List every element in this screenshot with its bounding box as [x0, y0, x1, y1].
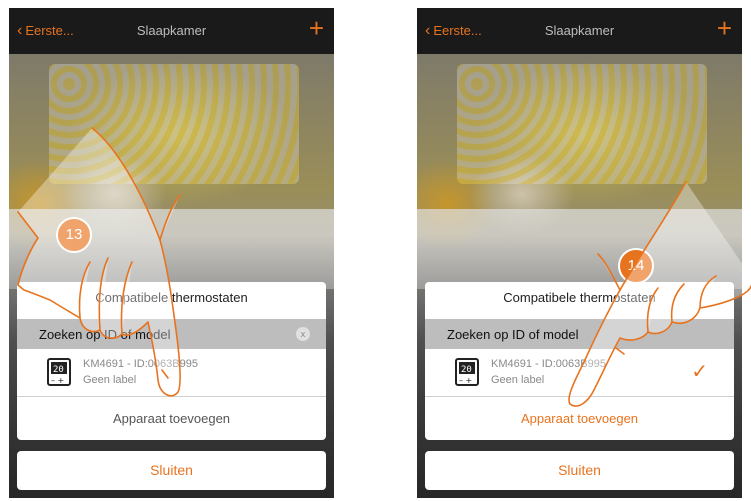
- navbar: ‹ Eerste... Slaapkamer +: [417, 8, 742, 54]
- device-name: KM4691 - ID:0063B995: [491, 358, 606, 370]
- svg-text:– +: – +: [459, 376, 472, 385]
- add-icon[interactable]: +: [717, 15, 732, 41]
- svg-text:20: 20: [461, 365, 472, 375]
- clear-icon[interactable]: x: [296, 327, 310, 341]
- page-title: Slaapkamer: [136, 23, 207, 38]
- compatible-thermostats-dialog: Compatibele thermostaten Zoeken op ID of…: [17, 282, 326, 440]
- add-icon[interactable]: +: [309, 15, 324, 41]
- add-device-button[interactable]: Apparaat toevoegen: [425, 397, 734, 440]
- dialog-title: Compatibele thermostaten: [95, 290, 248, 305]
- headboard-image: [457, 64, 707, 184]
- device-list-item[interactable]: 20 – + KM4691 - ID:0063B995 Geen label ✓: [425, 352, 734, 394]
- phone-screen-right: ‹ Eerste... Slaapkamer + Compatibele ther…: [417, 8, 742, 498]
- phone-screen-left: ‹ Eerste... Slaapkamer + Compatibele ther…: [9, 8, 334, 498]
- thermostat-icon: 20 – +: [455, 358, 479, 386]
- close-button[interactable]: Sluiten: [425, 451, 734, 490]
- step-badge: 14: [618, 248, 654, 284]
- device-label: Geen label: [83, 374, 137, 386]
- device-name: KM4691 - ID:0063B995: [83, 358, 198, 370]
- checkmark-icon: ✓: [691, 361, 708, 383]
- search-field[interactable]: Zoeken op ID of model: [425, 319, 734, 349]
- search-input[interactable]: Zoeken op ID of model: [447, 327, 579, 342]
- close-button[interactable]: Sluiten: [17, 451, 326, 490]
- svg-text:– +: – +: [51, 376, 64, 385]
- dialog-title: Compatibele thermostaten: [503, 290, 656, 305]
- search-input[interactable]: Zoeken op ID of model: [39, 327, 171, 342]
- compatible-thermostats-dialog: Compatibele thermostaten Zoeken op ID of…: [425, 282, 734, 440]
- device-label: Geen label: [491, 374, 545, 386]
- search-field[interactable]: Zoeken op ID of model x: [17, 319, 326, 349]
- step-badge: 13: [56, 217, 92, 253]
- add-device-button[interactable]: Apparaat toevoegen: [17, 397, 326, 440]
- page-title: Slaapkamer: [544, 23, 615, 38]
- thermostat-icon: 20 – +: [47, 358, 71, 386]
- device-list-item[interactable]: 20 – + KM4691 - ID:0063B995 Geen label: [17, 352, 326, 394]
- svg-text:20: 20: [53, 365, 64, 375]
- navbar: ‹ Eerste... Slaapkamer +: [9, 8, 334, 54]
- headboard-image: [49, 64, 299, 184]
